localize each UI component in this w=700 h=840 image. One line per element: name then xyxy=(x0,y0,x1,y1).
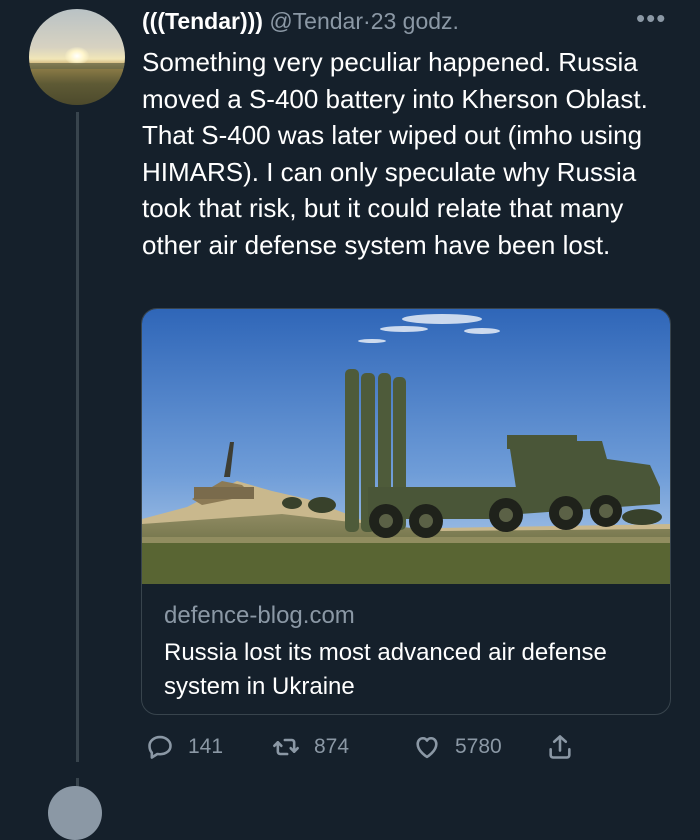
avatar-horizon xyxy=(29,63,125,69)
card-domain: defence-blog.com xyxy=(164,602,355,629)
timestamp[interactable]: 23 godz. xyxy=(371,8,459,34)
tweet-header: (((Tendar))) @Tendar·23 godz. xyxy=(142,4,660,38)
separator-dot: · xyxy=(363,8,371,34)
heart-icon xyxy=(416,736,438,759)
author-avatar[interactable] xyxy=(29,9,125,105)
tweet-actions: 141 874 5780 xyxy=(0,730,700,764)
retweet-icon xyxy=(273,738,299,756)
reply-icon xyxy=(148,735,172,759)
retweet-count: 874 xyxy=(314,735,350,758)
share-icon xyxy=(549,735,571,759)
like-count: 5780 xyxy=(455,735,502,758)
thread-line xyxy=(76,112,79,762)
card-title: Russia lost its most advanced air defens… xyxy=(164,639,607,700)
reply-button[interactable]: 141 xyxy=(146,730,223,764)
user-handle[interactable]: @Tendar xyxy=(269,8,363,34)
tweet-text: Something very peculiar happened. Russia… xyxy=(142,47,648,260)
more-icon[interactable]: ••• xyxy=(636,5,672,31)
retweet-button[interactable]: 874 xyxy=(272,730,349,764)
reply-count: 141 xyxy=(188,735,224,758)
display-name[interactable]: (((Tendar))) xyxy=(142,8,263,34)
link-card[interactable]: defence-blog.com Russia lost its most ad… xyxy=(141,308,671,715)
card-image[interactable] xyxy=(142,309,670,584)
like-button[interactable]: 5780 xyxy=(413,730,502,764)
share-button[interactable] xyxy=(546,730,588,764)
next-tweet-avatar[interactable] xyxy=(48,786,102,840)
